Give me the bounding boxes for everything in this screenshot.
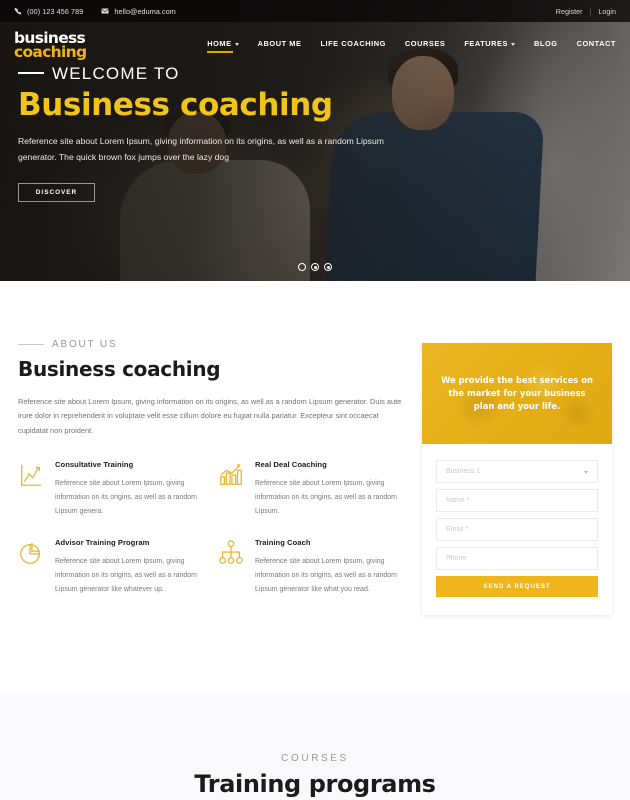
chevron-down-icon <box>584 470 588 474</box>
nav-item-features[interactable]: FEATURES <box>464 39 515 53</box>
register-link[interactable]: Register <box>556 7 583 16</box>
request-card-banner-text: We provide the best services on the mark… <box>441 374 593 411</box>
nav-item-blog-label: BLOG <box>534 39 558 48</box>
chevron-down-icon <box>234 42 239 46</box>
hero-dash-accent <box>18 71 44 75</box>
feature-title: Training Coach <box>255 538 311 548</box>
feature-body: Advisor Training Program Reference site … <box>55 538 218 596</box>
email-field[interactable] <box>436 518 598 541</box>
business-select-value: Business 1 <box>446 468 481 475</box>
feature-title: Consultative Training <box>55 460 134 470</box>
topbar-email-text: hello@eduma.com <box>114 6 176 16</box>
nav-item-home[interactable]: HOME <box>207 39 239 53</box>
logo-line-coaching: coaching <box>14 43 87 61</box>
discover-button[interactable]: DISCOVER <box>18 182 95 202</box>
name-input[interactable] <box>446 497 588 504</box>
hero-section: (00) 123 456 789 hello@eduma.com Registe… <box>0 0 630 281</box>
feature-item: Advisor Training Program Reference site … <box>18 538 218 596</box>
feature-title: Real Deal Coaching <box>255 460 327 470</box>
topbar-email[interactable]: hello@eduma.com <box>101 7 176 16</box>
pie-chart-icon <box>18 540 44 566</box>
business-select[interactable]: Business 1 <box>436 460 598 483</box>
hero-description: Reference site about Lorem Ipsum, giving… <box>18 136 384 162</box>
email-input[interactable] <box>446 526 588 533</box>
send-request-button[interactable]: SEND A REQUEST <box>436 576 598 597</box>
request-card-banner: We provide the best services on the mark… <box>422 343 612 444</box>
carousel-dot-3[interactable] <box>324 263 332 271</box>
feature-description: Reference site about Lorem Ipsum, giving… <box>255 558 398 593</box>
nav-item-about-me-label: ABOUT ME <box>257 39 302 48</box>
carousel-dot-1[interactable] <box>298 263 306 271</box>
landing-page: (00) 123 456 789 hello@eduma.com Registe… <box>0 0 630 800</box>
feature-item: Consultative Training Reference site abo… <box>18 460 218 518</box>
feature-description: Reference site about Lorem Ipsum, giving… <box>55 480 198 515</box>
topbar-separator: | <box>589 6 592 16</box>
name-field[interactable] <box>436 489 598 512</box>
line-chart-icon <box>18 462 44 488</box>
about-eyebrow: ABOUT US <box>52 339 118 350</box>
about-description: Reference site about Lorem Ipsum, giving… <box>18 397 402 435</box>
feature-body: Training Coach Reference site about Lore… <box>255 538 418 596</box>
carousel-dots <box>298 263 332 271</box>
nav-item-courses[interactable]: COURSES <box>405 39 445 53</box>
feature-description: Reference site about Lorem Ipsum, giving… <box>255 480 398 515</box>
login-link[interactable]: Login <box>598 7 616 16</box>
phone-input[interactable] <box>446 555 588 562</box>
feature-item: Real Deal Coaching Reference site about … <box>218 460 418 518</box>
nav-item-home-label: HOME <box>207 39 232 48</box>
hero-title: Business coaching <box>18 87 333 123</box>
envelope-icon <box>101 7 109 15</box>
phone-icon <box>14 7 22 15</box>
main-navigation: business coaching HOME ABOUT ME LIFE COA… <box>0 22 630 70</box>
phone-field[interactable] <box>436 547 598 570</box>
feature-description: Reference site about Lorem Ipsum, giving… <box>55 558 198 593</box>
site-logo[interactable]: business coaching <box>14 31 87 61</box>
topbar-account-group: Register | Login <box>556 7 616 16</box>
topbar-phone[interactable]: (00) 123 456 789 <box>14 7 83 16</box>
topbar-phone-text: (00) 123 456 789 <box>27 6 84 16</box>
nav-item-life-coaching-label: LIFE COACHING <box>320 39 386 48</box>
feature-body: Consultative Training Reference site abo… <box>55 460 218 518</box>
feature-item: Training Coach Reference site about Lore… <box>218 538 418 596</box>
topbar-contact-group: (00) 123 456 789 hello@eduma.com <box>14 7 176 16</box>
chevron-down-icon <box>511 42 515 46</box>
bar-chart-star-icon <box>218 462 244 488</box>
nav-item-blog[interactable]: BLOG <box>534 39 558 53</box>
nav-item-about-me[interactable]: ABOUT ME <box>258 39 302 53</box>
hero-content: WELCOME TO Business coaching Reference s… <box>18 64 438 202</box>
nav-menu: HOME ABOUT ME LIFE COACHING COURSES FEAT… <box>207 39 616 53</box>
carousel-dot-2[interactable] <box>311 263 319 271</box>
nav-item-life-coaching[interactable]: LIFE COACHING <box>320 39 385 53</box>
courses-section: COURSES Training programs <box>0 695 630 800</box>
request-card: We provide the best services on the mark… <box>422 343 612 615</box>
feature-body: Real Deal Coaching Reference site about … <box>255 460 418 518</box>
request-form: Business 1 SEND A REQUEST <box>422 444 612 615</box>
nav-item-contact-label: CONTACT <box>576 39 616 48</box>
top-utility-bar: (00) 123 456 789 hello@eduma.com Registe… <box>0 0 630 22</box>
courses-eyebrow: COURSES <box>281 753 349 764</box>
nav-item-contact[interactable]: CONTACT <box>577 39 616 53</box>
nav-item-courses-label: COURSES <box>404 39 446 48</box>
org-chart-icon <box>218 540 244 566</box>
feature-title: Advisor Training Program <box>55 538 150 548</box>
courses-title: Training programs <box>194 770 436 798</box>
nav-item-features-label: FEATURES <box>464 39 508 48</box>
about-dash-accent <box>18 343 44 346</box>
